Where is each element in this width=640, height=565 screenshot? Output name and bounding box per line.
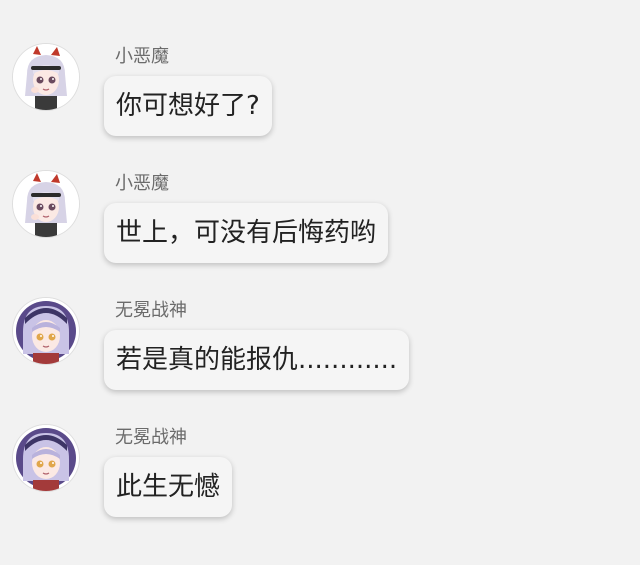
chat-log: 小恶魔 你可想好了? 小恶魔 世上，可没有后悔药哟 无冕战神 若是真的能报仇..… [0,0,640,565]
sender-name: 小恶魔 [115,46,169,67]
chat-message: 无冕战神 此生无憾 [0,425,640,535]
war-god-avatar-icon[interactable] [13,425,79,491]
war-god-avatar-icon[interactable] [13,298,79,364]
devil-girl-avatar-icon[interactable] [13,171,79,237]
chat-message: 无冕战神 若是真的能报仇............ [0,298,640,408]
chat-message: 小恶魔 世上，可没有后悔药哟 [0,171,640,281]
message-bubble[interactable]: 若是真的能报仇............ [104,330,410,390]
message-bubble[interactable]: 世上，可没有后悔药哟 [104,203,389,263]
message-bubble[interactable]: 你可想好了? [104,76,272,136]
sender-name: 无冕战神 [115,427,187,448]
chat-message: 小恶魔 你可想好了? [0,44,640,154]
sender-name: 无冕战神 [115,300,187,321]
devil-girl-avatar-icon[interactable] [13,44,79,110]
sender-name: 小恶魔 [115,173,169,194]
message-bubble[interactable]: 此生无憾 [104,457,233,517]
